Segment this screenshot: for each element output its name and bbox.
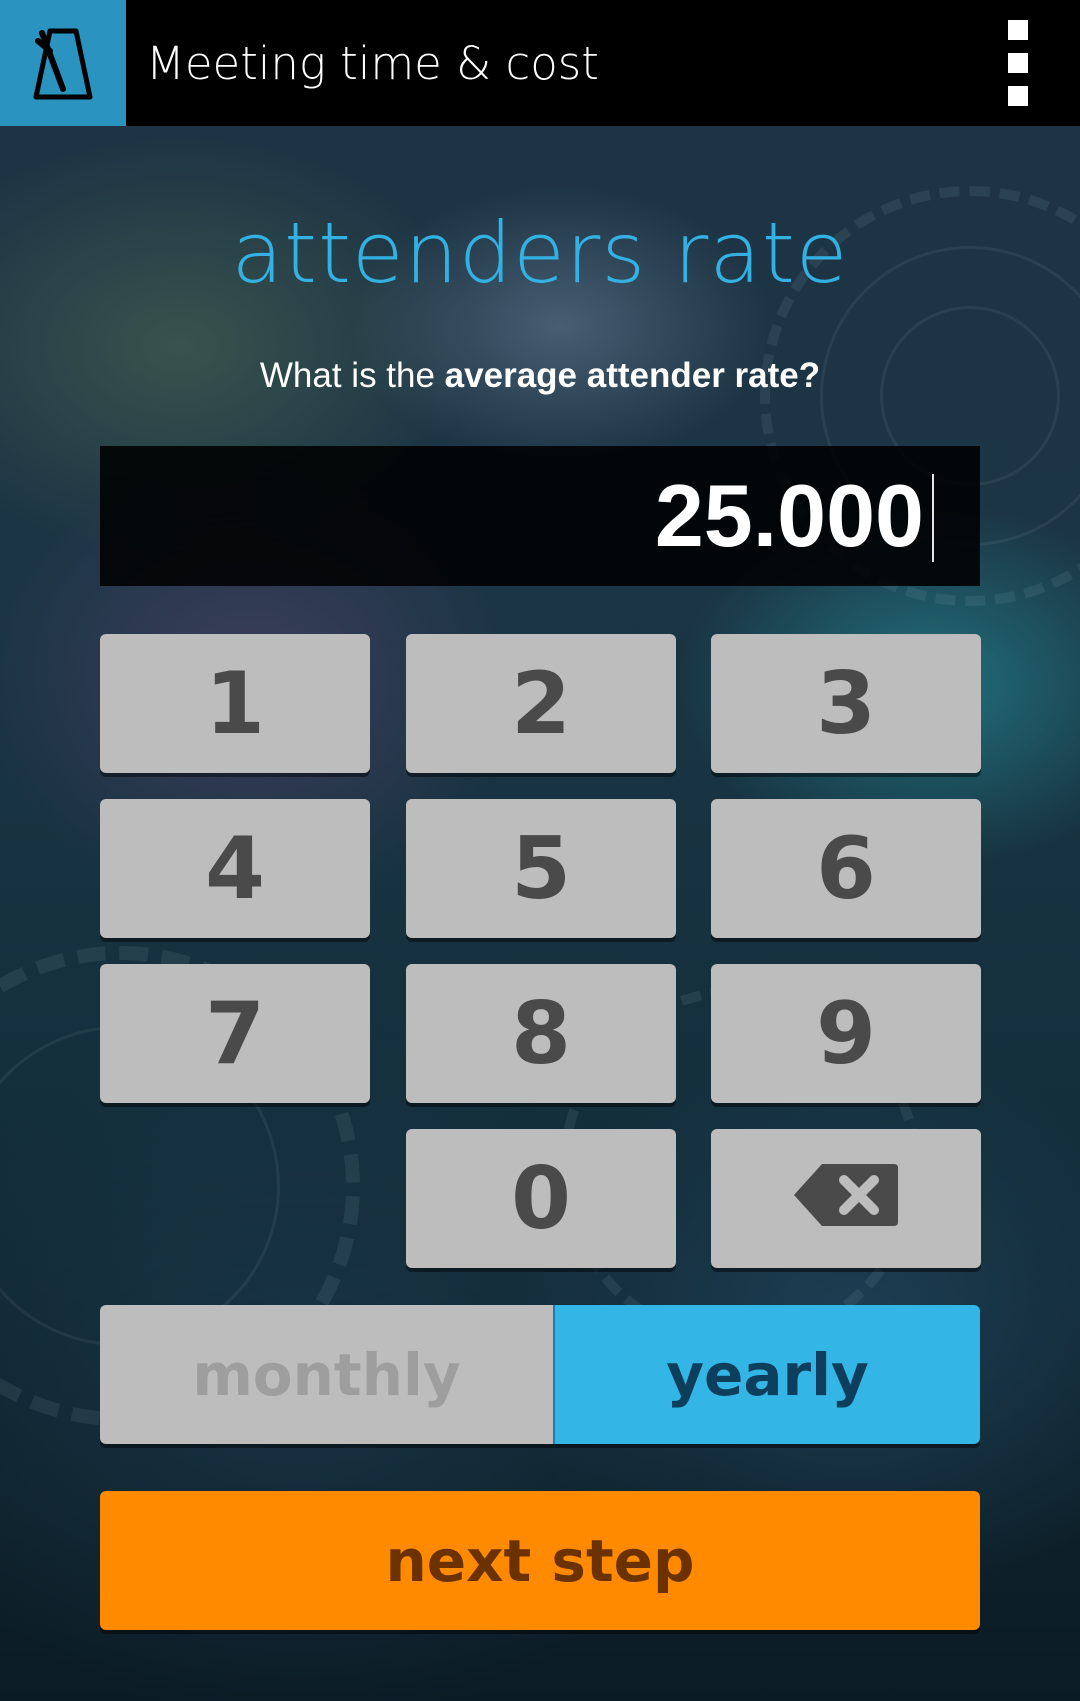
backspace-icon bbox=[792, 1149, 900, 1249]
yearly-toggle[interactable]: yearly bbox=[553, 1305, 980, 1444]
key-0[interactable]: 0 bbox=[406, 1129, 676, 1268]
action-bar: Meeting time & cost bbox=[0, 0, 1080, 126]
period-toggle: monthly yearly bbox=[100, 1305, 980, 1444]
amount-input[interactable]: 25.000 bbox=[100, 446, 980, 586]
key-1[interactable]: 1 bbox=[100, 634, 370, 773]
question-prefix: What is the bbox=[259, 356, 445, 395]
key-5[interactable]: 5 bbox=[406, 799, 676, 938]
monthly-toggle[interactable]: monthly bbox=[100, 1305, 553, 1444]
app-title: Meeting time & cost bbox=[146, 37, 599, 90]
question-text: What is the average attender rate? bbox=[0, 356, 1080, 396]
overflow-menu-icon[interactable] bbox=[1000, 20, 1036, 106]
amount-value: 25.000 bbox=[654, 466, 924, 565]
screen-title: attenders rate bbox=[231, 204, 849, 302]
question-bold: average attender rate? bbox=[444, 356, 821, 395]
backspace-key[interactable] bbox=[711, 1129, 981, 1268]
key-8[interactable]: 8 bbox=[406, 964, 676, 1103]
key-2[interactable]: 2 bbox=[406, 634, 676, 773]
next-step-button[interactable]: next step bbox=[100, 1491, 980, 1630]
text-caret bbox=[932, 474, 934, 562]
key-7[interactable]: 7 bbox=[100, 964, 370, 1103]
key-9[interactable]: 9 bbox=[711, 964, 981, 1103]
key-3[interactable]: 3 bbox=[711, 634, 981, 773]
metronome-icon[interactable] bbox=[0, 0, 126, 126]
key-4[interactable]: 4 bbox=[100, 799, 370, 938]
key-6[interactable]: 6 bbox=[711, 799, 981, 938]
